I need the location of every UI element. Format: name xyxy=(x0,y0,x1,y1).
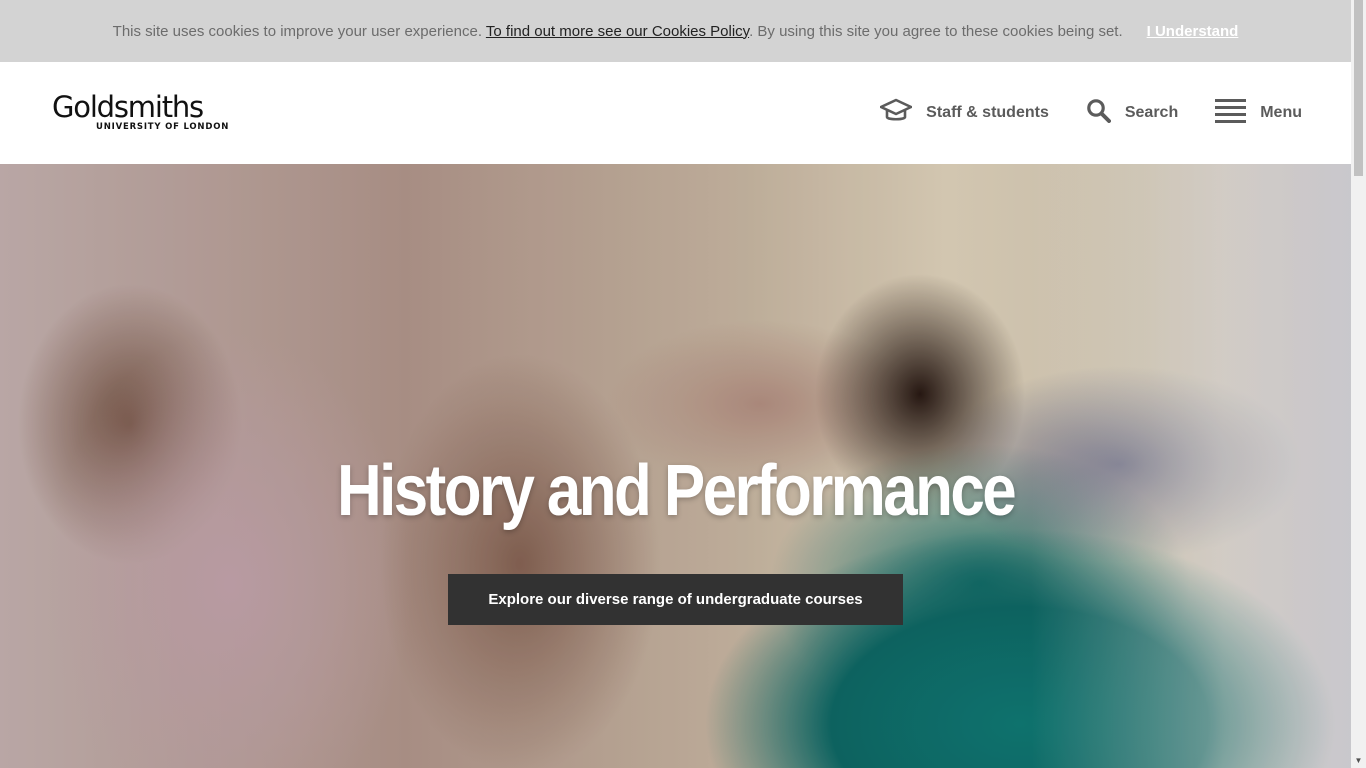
hero-banner: History and Performance Explore our dive… xyxy=(0,164,1351,768)
cookies-policy-link[interactable]: To find out more see our Cookies Policy xyxy=(486,23,749,40)
graduation-cap-icon xyxy=(879,98,913,129)
staff-students-link[interactable]: Staff & students xyxy=(879,98,1049,129)
search-link[interactable]: Search xyxy=(1086,98,1178,128)
site-header: Goldsmiths UNIVERSITY OF LONDON Staff & … xyxy=(0,62,1351,164)
page-scrollbar[interactable]: ▼ xyxy=(1351,0,1366,768)
scroll-down-arrow-icon[interactable]: ▼ xyxy=(1351,753,1366,768)
menu-button[interactable]: Menu xyxy=(1215,98,1302,129)
search-icon xyxy=(1086,98,1111,128)
page-title: History and Performance xyxy=(337,451,1017,531)
cookie-text-before: This site uses cookies to improve your u… xyxy=(112,22,486,40)
explore-courses-button[interactable]: Explore our diverse range of undergradua… xyxy=(448,574,903,625)
header-nav: Staff & students Search Menu xyxy=(843,62,1302,164)
cookie-message: This site uses cookies to improve your u… xyxy=(113,23,1123,40)
search-label: Search xyxy=(1124,104,1179,121)
cookie-text-after: . By using this site you agree to these … xyxy=(749,22,1123,40)
cookie-accept-button[interactable]: I Understand xyxy=(1147,23,1239,40)
staff-students-label: Staff & students xyxy=(926,104,1049,121)
scrollbar-thumb[interactable] xyxy=(1354,0,1363,176)
page: This site uses cookies to improve your u… xyxy=(0,0,1351,768)
goldsmiths-logo[interactable]: Goldsmiths UNIVERSITY OF LONDON xyxy=(52,90,230,134)
cookie-banner: This site uses cookies to improve your u… xyxy=(0,0,1351,62)
menu-label: Menu xyxy=(1260,104,1302,121)
logo-wordmark: Goldsmiths xyxy=(52,90,204,124)
logo-subtitle: UNIVERSITY OF LONDON xyxy=(96,122,230,132)
hamburger-menu-icon xyxy=(1215,98,1247,129)
